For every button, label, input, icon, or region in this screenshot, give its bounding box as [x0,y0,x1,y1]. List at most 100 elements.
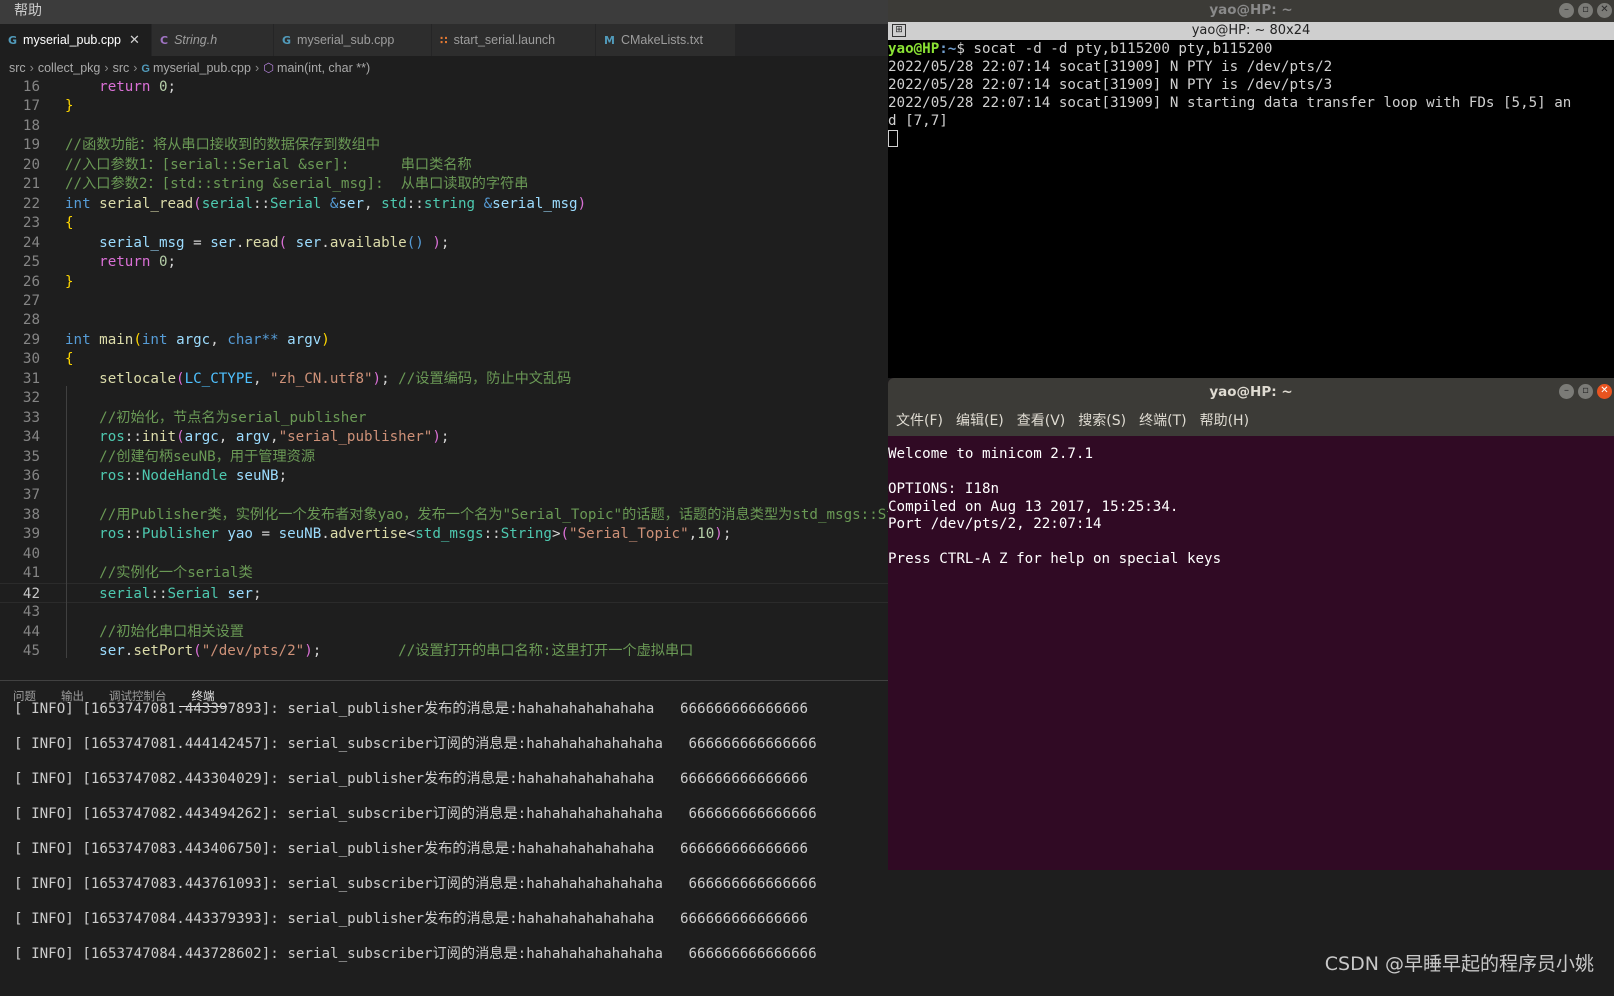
log-line: [ INFO] [1653747083.443406750]: serial_p… [14,841,809,857]
code-line[interactable]: 22 int serial_read(serial::Serial &ser, s… [0,194,888,214]
code-line[interactable]: 16 return 0; [0,80,888,97]
method-symbol-icon: ⬡ [263,61,275,75]
code-line[interactable]: 29 int main(int argc, char** argv) [0,330,888,350]
code-line[interactable]: 36 ros::NodeHandle seuNB; [0,466,888,486]
code-line[interactable]: 32 [0,388,888,408]
code-line[interactable]: 17} [0,96,888,116]
menu-help[interactable]: 帮助 [14,3,42,19]
minicom-terminal-window[interactable]: yao@HP: ~ – ▫ ✕ 文件(F) 编辑(E) 查看(V) 搜索(S) 终端(T… [888,378,1614,870]
line-number: 18 [22,117,40,134]
code-line[interactable]: 39 ros::Publisher yao = seuNB.advertise<… [0,524,888,544]
code-line[interactable]: 23 { [0,213,888,233]
code-editor[interactable]: 16 return 0; 17} 18 19//函数功能：将从串口接收到的数据保存到数… [0,80,888,680]
code-text: { [65,215,74,232]
breadcrumb-item[interactable]: main(int, char **) [277,61,370,75]
terminal-menu-icon[interactable]: ⊞ [892,24,906,37]
code-line[interactable]: 21 //入口参数2：[std::string &serial_msg]: 从串口… [0,174,888,194]
tab-start-serial-launch[interactable]: ∷ start_serial.launch [432,24,596,56]
menu-terminal[interactable]: 终端(T) [1139,413,1186,429]
code-text: ros::Publisher yao = seuNB.advertise<std… [99,526,732,543]
log-line: [ INFO] [1653747081.443397893]: serial_p… [14,701,809,717]
desktop-area: CSDN @早睡早起的程序员小姚 [888,870,1614,996]
menubar: 帮助 [0,0,888,24]
output-line: Welcome to minicom 2.7.1 [888,446,1093,462]
cpp-file-icon: G [8,33,18,47]
code-text: //函数功能：将从串口接收到的数据保存到数组中 [65,137,381,154]
minimize-icon[interactable]: – [1559,3,1574,18]
code-line[interactable]: 38 //用Publisher类，实例化一个发布者对象yao，发布一个名为"Se… [0,505,888,525]
terminal-menubar: 文件(F) 编辑(E) 查看(V) 搜索(S) 终端(T) 帮助(H) [888,406,1614,436]
close-icon[interactable]: ✕ [129,32,140,48]
code-line[interactable]: 45 ser.setPort("/dev/pts/2"); //设置打开的串口名… [0,641,888,661]
breadcrumb-item[interactable]: collect_pkg [38,61,101,75]
close-icon[interactable]: ✕ [1597,384,1612,399]
code-line[interactable]: 31 setlocale(LC_CTYPE, "zh_CN.utf8"); //… [0,369,888,389]
code-text: //实例化一个serial类 [99,565,253,582]
code-line[interactable]: 42 serial::Serial ser; [0,582,888,603]
code-line[interactable]: 19 //函数功能：将从串口接收到的数据保存到数组中 [0,135,888,155]
code-text: serial_msg = ser.read( ser.available() )… [99,234,450,251]
menu-edit[interactable]: 编辑(E) [956,413,1004,429]
line-number: 33 [22,409,40,426]
menu-help[interactable]: 帮助(H) [1200,413,1249,429]
code-line[interactable]: 18 [0,116,888,136]
breadcrumb: src › collect_pkg › src › Gmyserial_pub.cpp › ⬡ m… [0,56,888,80]
output-line: 2022/05/28 22:07:14 socat[31909] N start… [888,95,1572,111]
line-number: 35 [22,448,40,465]
window-title: yao@HP: ~ [888,378,1614,406]
menu-view[interactable]: 查看(V) [1017,413,1066,429]
code-text: int serial_read(serial::Serial &ser, std… [65,195,587,212]
code-line[interactable]: 24 serial_msg = ser.read( ser.available(… [0,233,888,253]
tab-label: start_serial.launch [453,33,556,47]
code-line[interactable]: 41 //实例化一个serial类 [0,563,888,583]
tab-myserial-sub-cpp[interactable]: G myserial_sub.cpp [274,24,432,56]
bottom-panel: 问题 输出 调试控制台 终端 [ INFO] [1653747081.44339… [0,680,888,996]
tab-myserial-pub-cpp[interactable]: G myserial_pub.cpp ✕ [0,24,152,56]
code-line[interactable]: 34 ros::init(argc, argv,"serial_publishe… [0,427,888,447]
code-text: setlocale(LC_CTYPE, "zh_CN.utf8"); //设置编… [99,370,572,387]
output-line: 2022/05/28 22:07:14 socat[31909] N PTY i… [888,77,1333,93]
code-line[interactable]: 28 [0,310,888,330]
log-line: [ INFO] [1653747084.443379393]: serial_p… [14,911,809,927]
rss-file-icon: ∷ [440,33,448,47]
code-text: return 0; [99,80,177,95]
code-line[interactable]: 20 //入口参数1：[serial::Serial &ser]: 串口类名称 [0,155,888,175]
line-number: 20 [22,156,40,173]
window-title: yao@HP: ~ [888,0,1614,22]
tab-label: CMakeLists.txt [620,33,703,47]
code-line[interactable]: 33 //初始化，节点名为serial_publisher [0,408,888,428]
tab-cmakelists-txt[interactable]: M CMakeLists.txt [596,24,736,56]
line-number: 24 [22,234,40,251]
window-controls: – ▫ ✕ [1559,3,1612,18]
code-line[interactable]: 44 //初始化串口相关设置 [0,622,888,642]
line-number: 16 [22,80,40,95]
code-line[interactable]: 30 { [0,349,888,369]
prompt-user: yao@HP [888,41,940,57]
code-line[interactable]: 40 [0,544,888,564]
minimize-icon[interactable]: – [1559,384,1574,399]
close-icon[interactable]: ✕ [1597,3,1612,18]
socat-terminal-window[interactable]: yao@HP: ~ – ▫ ✕ ⊞ yao@HP: ~ 80x24 yao@HP… [888,0,1614,378]
line-number: 36 [22,468,40,484]
code-text: } [65,273,74,290]
line-number: 43 [22,604,40,621]
code-line[interactable]: 27 [0,291,888,311]
line-number: 17 [22,98,40,115]
breadcrumb-item[interactable]: myserial_pub.cpp [153,61,251,75]
code-line[interactable]: 43 [0,602,888,622]
breadcrumb-item[interactable]: src [9,61,26,75]
code-line[interactable]: 35 //创建句柄seuNB，用于管理资源 [0,447,888,467]
code-line[interactable]: 37 [0,485,888,505]
tab-string-h[interactable]: C String.h [152,24,274,56]
code-text: { [65,351,74,368]
tab-label: myserial_pub.cpp [23,33,121,47]
code-line[interactable]: 26} [0,272,888,292]
code-line[interactable]: 25 return 0; [0,252,888,272]
menu-search[interactable]: 搜索(S) [1078,413,1126,429]
maximize-icon[interactable]: ▫ [1578,384,1593,399]
breadcrumb-item[interactable]: src [113,61,130,75]
maximize-icon[interactable]: ▫ [1578,3,1593,18]
terminal-cursor [888,130,898,147]
output-line: d [7,7] [888,113,948,129]
menu-file[interactable]: 文件(F) [896,413,943,429]
